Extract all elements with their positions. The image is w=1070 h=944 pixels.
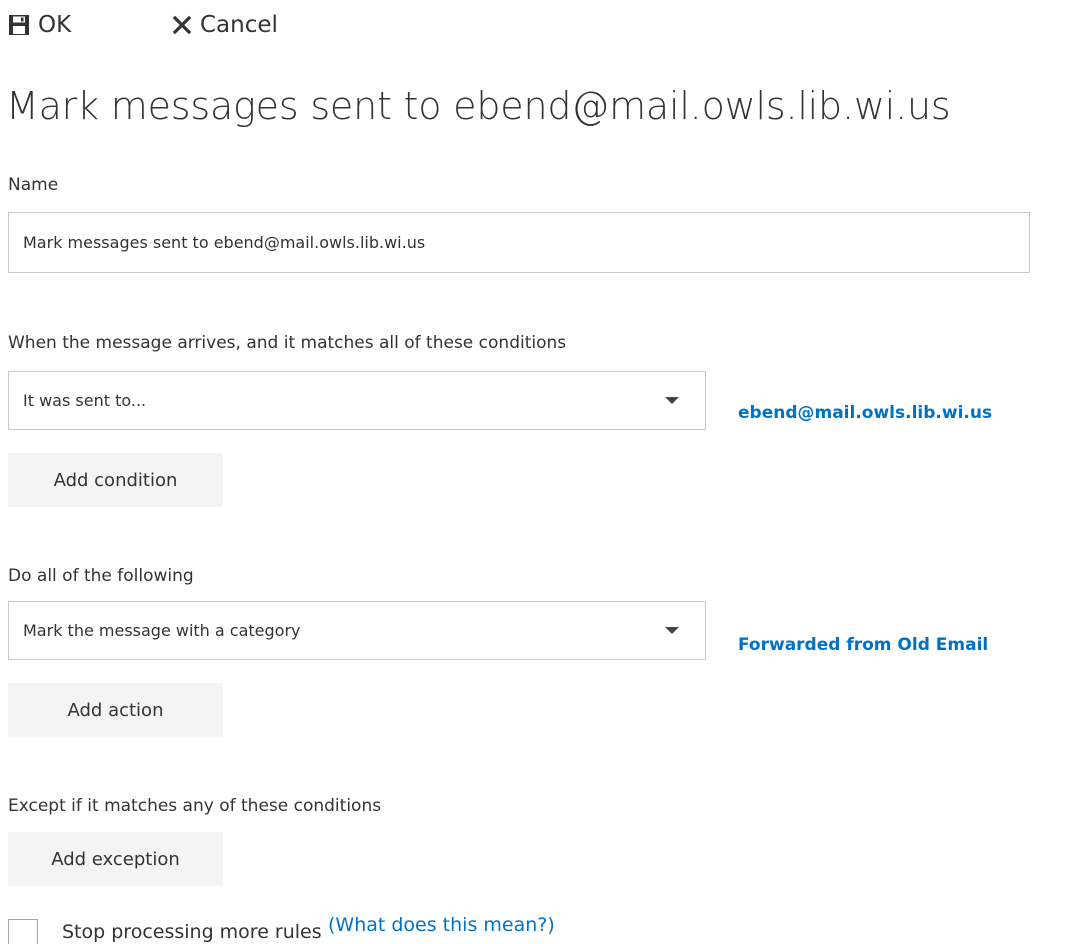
ok-label: OK (38, 12, 72, 38)
page-title: Mark messages sent to ebend@mail.owls.li… (6, 84, 951, 128)
cancel-label: Cancel (200, 12, 278, 38)
add-exception-button[interactable]: Add exception (8, 832, 223, 886)
action-category-link[interactable]: Forwarded from Old Email (738, 635, 988, 655)
save-icon (9, 15, 29, 35)
close-icon (172, 15, 192, 35)
condition-dropdown[interactable]: It was sent to... (8, 371, 706, 430)
chevron-down-icon (665, 627, 679, 634)
cancel-button[interactable]: Cancel (172, 8, 278, 42)
condition-selected-value: It was sent to... (23, 391, 147, 410)
name-label: Name (8, 175, 59, 195)
chevron-down-icon (665, 397, 679, 404)
add-action-button[interactable]: Add action (8, 683, 223, 737)
add-condition-button[interactable]: Add condition (8, 453, 223, 507)
rule-editor: OK Cancel Mark messages sent to ebend@ma… (0, 0, 1070, 944)
ok-button[interactable]: OK (8, 8, 71, 42)
action-selected-value: Mark the message with a category (23, 621, 301, 640)
actions-heading: Do all of the following (8, 566, 194, 586)
action-dropdown[interactable]: Mark the message with a category (8, 601, 706, 660)
help-link[interactable]: (What does this mean?) (328, 914, 555, 936)
stop-processing-checkbox[interactable] (8, 919, 38, 944)
condition-recipient-link[interactable]: ebend@mail.owls.lib.wi.us (738, 403, 992, 423)
rule-name-input[interactable] (8, 212, 1030, 273)
exceptions-heading: Except if it matches any of these condit… (8, 796, 382, 816)
conditions-heading: When the message arrives, and it matches… (8, 333, 567, 353)
stop-processing-label: Stop processing more rules (62, 921, 322, 943)
